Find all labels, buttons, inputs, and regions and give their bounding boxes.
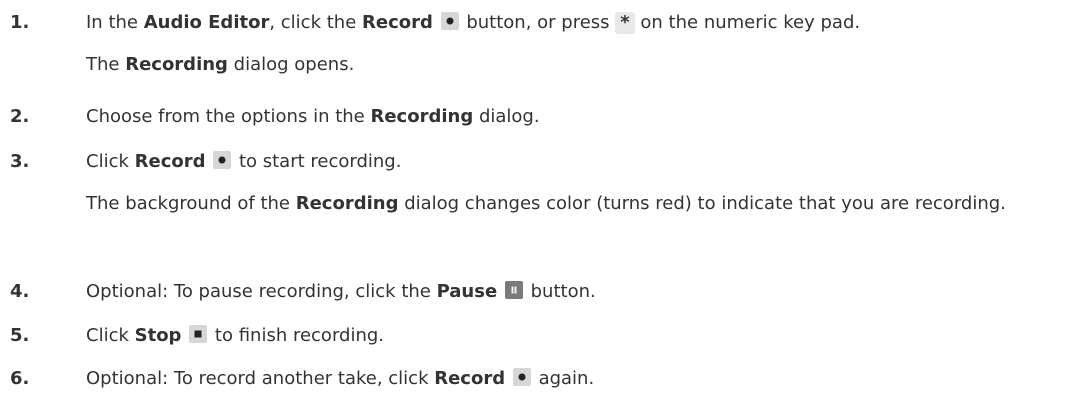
record-icon [213,151,232,169]
step-instruction: Optional: To record another take, click … [86,368,595,389]
step-2: 2. Choose from the options in the Record… [10,100,1084,134]
ui-term: Stop [134,325,182,346]
record-icon [512,368,531,386]
ui-term: Audio Editor [143,12,270,33]
step-number: 4. [10,281,30,302]
ui-term: Recording [370,106,474,127]
step-instruction: Click Record to start recording. [86,151,402,172]
ui-term: Record [362,12,433,33]
step-number: 3. [10,151,30,172]
stop-icon [189,325,208,343]
step-number: 2. [10,106,30,127]
step-result: The background of the Recording dialog c… [86,193,1006,214]
ui-term: Record [434,368,506,389]
step-instruction: Choose from the options in the Recording… [86,106,540,127]
step-number: 1. [10,12,30,33]
step-5: 5. Click Stop to finish recording. [10,319,1084,353]
step-1: 1. In the Audio Editor, click the Record… [10,6,1084,82]
step-instruction: In the Audio Editor, click the Record bu… [86,12,861,34]
ui-term: Recording [125,54,228,75]
step-instruction: Click Stop to finish recording. [86,325,385,346]
step-3: 3. Click Record to start recording. The … [10,145,1084,217]
step-instruction: Optional: To pause recording, click the … [86,281,596,302]
ui-term: Recording [295,193,399,214]
ui-term: Record [134,151,206,172]
record-icon [440,12,459,30]
step-number: 6. [10,368,30,389]
step-result: The Recording dialog opens. [86,54,355,75]
key-star: * [615,12,635,34]
pause-icon [504,281,523,299]
step-6: 6. Optional: To record another take, cli… [10,362,1084,396]
step-number: 5. [10,325,30,346]
step-4: 4. Optional: To pause recording, click t… [10,275,1084,309]
ui-term: Pause [436,281,498,302]
